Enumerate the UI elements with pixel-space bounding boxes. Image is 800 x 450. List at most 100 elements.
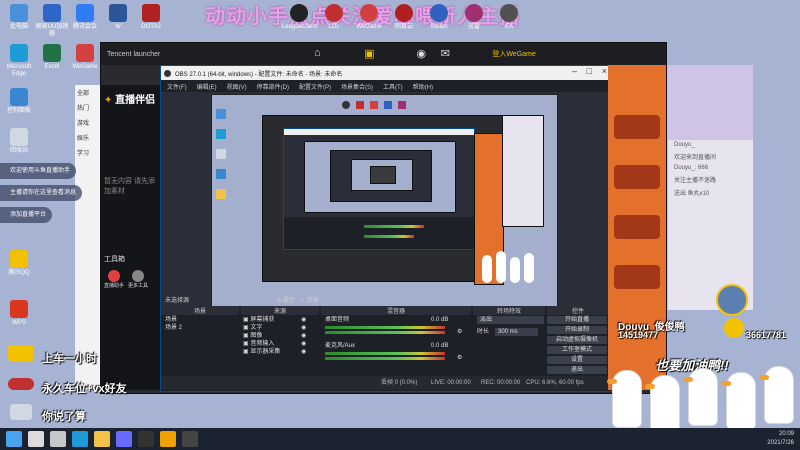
helper-tool-more[interactable]: 更多工具 xyxy=(128,270,148,289)
tencent-launcher-title: Tencent launcher xyxy=(107,50,161,58)
filters-button[interactable]: ◐ 滤镜 xyxy=(301,295,318,304)
properties-button[interactable]: ⚙ 属性 xyxy=(276,295,295,304)
preview-chat-panel xyxy=(502,115,544,227)
maximize-icon[interactable]: □ xyxy=(587,66,592,76)
start-streaming-button[interactable]: 开始直播 xyxy=(547,316,607,324)
menu-profile[interactable]: 配置文件(P) xyxy=(299,82,331,91)
mixer-desktop-audio-label: 桌面音频 xyxy=(325,317,350,323)
taskbar-helper-icon[interactable] xyxy=(160,431,176,447)
app-shortcut[interactable]: 网易云 xyxy=(387,4,421,31)
taskbar-search-icon[interactable] xyxy=(28,431,44,447)
close-icon[interactable]: × xyxy=(602,66,607,76)
category-item[interactable]: 游戏 xyxy=(75,115,100,130)
category-item[interactable]: 娱乐 xyxy=(75,130,100,145)
mixer-settings-icon[interactable]: ⚙ xyxy=(457,328,462,336)
app-shortcut[interactable]: WeGame xyxy=(352,4,386,31)
chat-header xyxy=(668,65,753,140)
menu-view[interactable]: 视图(V) xyxy=(227,82,247,91)
chat-message: 送出 鱼丸x10 xyxy=(674,191,710,197)
transition-duration-input[interactable]: 300 ms xyxy=(495,328,538,336)
desktop-icon[interactable]: 網易UU加速器 xyxy=(35,4,69,38)
desktop-icon[interactable]: DOTA2 xyxy=(134,4,168,31)
menu-help[interactable]: 帮助(H) xyxy=(413,82,433,91)
app-shortcut-label: EA xyxy=(504,24,513,30)
taskbar-task-view-icon[interactable] xyxy=(50,431,66,447)
visibility-eye-icon[interactable]: ◉ xyxy=(301,332,306,340)
gamepad-icon[interactable]: ◉ xyxy=(414,47,428,61)
menu-tools[interactable]: 工具(T) xyxy=(383,82,403,91)
helper-tool-live[interactable]: 直播助手 xyxy=(104,270,124,289)
desktop-icon[interactable]: Excel xyxy=(35,44,69,71)
menu-edit[interactable]: 编辑(E) xyxy=(197,82,217,91)
exit-button[interactable]: 退出 xyxy=(547,366,607,374)
wegame-login[interactable]: 登入WeGame xyxy=(492,49,535,59)
menu-file[interactable]: 文件(F) xyxy=(167,82,187,91)
controls-dock-title: 控件 xyxy=(547,306,609,315)
start-recording-button[interactable]: 开始录制 xyxy=(547,326,607,334)
menu-scene-collection[interactable]: 场景集合(S) xyxy=(341,82,373,91)
category-item[interactable]: 热门 xyxy=(75,100,100,115)
bag-icon[interactable]: ▣ xyxy=(362,47,376,61)
desktop-icon[interactable]: 腾讯会议 xyxy=(68,4,102,31)
app-shortcut[interactable]: EA xyxy=(492,4,526,31)
tencent-launcher-titlebar: Tencent launcher ⌂ ▣ ◉ ✉ 登入WeGame xyxy=(101,43,666,65)
helper-category-list: 全部 热门 游戏 娱乐 学习 xyxy=(75,85,100,390)
source-item[interactable]: ▣ 显示器采集 xyxy=(243,348,280,356)
taskbar-wegame-icon[interactable] xyxy=(138,431,154,447)
obs-window[interactable]: OBS 27.0.1 (64-bit, windows) - 配置文件: 未命名… xyxy=(160,65,612,392)
transition-select[interactable]: 淡出 xyxy=(477,316,544,324)
system-tray-clock[interactable]: 20:09 2021/7/26 xyxy=(767,430,794,448)
notification[interactable]: 添加直播平台 xyxy=(0,207,53,223)
app-shortcut[interactable]: 迅雷 xyxy=(457,4,491,31)
category-item[interactable]: 全部 xyxy=(75,85,100,100)
desktop-icon[interactable]: 控制面板 xyxy=(2,88,36,115)
sources-dock-title: 来源 xyxy=(241,306,319,315)
desktop-icon[interactable]: 此电脑 xyxy=(2,4,36,31)
desktop-icon[interactable]: WPS xyxy=(2,300,36,327)
desktop-icon[interactable]: W xyxy=(101,4,135,31)
status-dropped: 丢帧 0 (0.0%) xyxy=(381,380,418,386)
mixer-desktop-audio-db: 0.0 dB xyxy=(431,317,449,323)
app-shortcut[interactable]: LOL xyxy=(317,4,351,31)
menu-docks[interactable]: 停靠部件(D) xyxy=(257,82,289,91)
notification[interactable]: 主播请你在这里查看消息 xyxy=(0,185,83,201)
preview-deep-preview xyxy=(351,159,413,191)
visibility-eye-icon[interactable]: ◉ xyxy=(301,348,306,356)
app-icon xyxy=(109,4,127,22)
desktop-icon[interactable]: WeGame xyxy=(68,44,102,71)
source-item[interactable]: ▣ 图像 xyxy=(243,332,262,340)
desktop-icon-label: 腾讯QQ xyxy=(8,270,30,276)
category-item[interactable]: 学习 xyxy=(75,145,100,160)
source-item[interactable]: ▣ 音频输入 xyxy=(243,340,274,348)
app-shortcut[interactable]: Steam xyxy=(422,4,456,31)
taskbar-edge-icon[interactable] xyxy=(72,431,88,447)
game-panel[interactable] xyxy=(608,65,666,390)
home-icon[interactable]: ⌂ xyxy=(310,47,324,61)
desktop-icon[interactable]: Microsoft Edge xyxy=(2,44,36,78)
mixer-settings-icon[interactable]: ⚙ xyxy=(457,354,462,362)
taskbar-store-icon[interactable] xyxy=(116,431,132,447)
chat-panel[interactable]: Douyu_ 欢迎来到直播间 Douyu_: 666 关注主播不迷路 送出 鱼丸… xyxy=(667,65,753,310)
obs-window-title: OBS 27.0.1 (64-bit, windows) - 配置文件: 未命名… xyxy=(175,71,343,78)
visibility-eye-icon[interactable]: ◉ xyxy=(301,316,306,324)
desktop-icon[interactable]: 回收站 xyxy=(2,128,36,155)
taskbar-start-icon[interactable] xyxy=(6,431,22,447)
scene-item[interactable]: 场景 2 xyxy=(165,324,182,332)
visibility-eye-icon[interactable]: ◉ xyxy=(301,324,306,332)
chat-icon[interactable]: ✉ xyxy=(438,47,452,61)
studio-mode-button[interactable]: 工作室模式 xyxy=(547,346,607,354)
desktop-icon[interactable]: 腾讯QQ xyxy=(2,250,36,277)
notification[interactable]: 欢迎使用斗鱼直播助手 xyxy=(0,163,77,179)
obs-preview-canvas[interactable] xyxy=(211,94,558,316)
visibility-eye-icon[interactable]: ◉ xyxy=(301,340,306,348)
app-icon xyxy=(395,4,413,22)
settings-button[interactable]: 设置 xyxy=(547,356,607,364)
taskbar-obs-icon[interactable] xyxy=(182,431,198,447)
source-item[interactable]: ▣ 文字 xyxy=(243,324,262,332)
minimize-icon[interactable]: – xyxy=(572,66,577,76)
scene-item[interactable]: 场景 xyxy=(165,316,177,324)
source-item[interactable]: ▣ 屏幕捕获 xyxy=(243,316,274,324)
taskbar-folder-icon[interactable] xyxy=(94,431,110,447)
app-shortcut[interactable]: LeagueClient xyxy=(282,4,317,31)
virtual-camera-button[interactable]: 启动虚拟摄像机 xyxy=(547,336,607,344)
